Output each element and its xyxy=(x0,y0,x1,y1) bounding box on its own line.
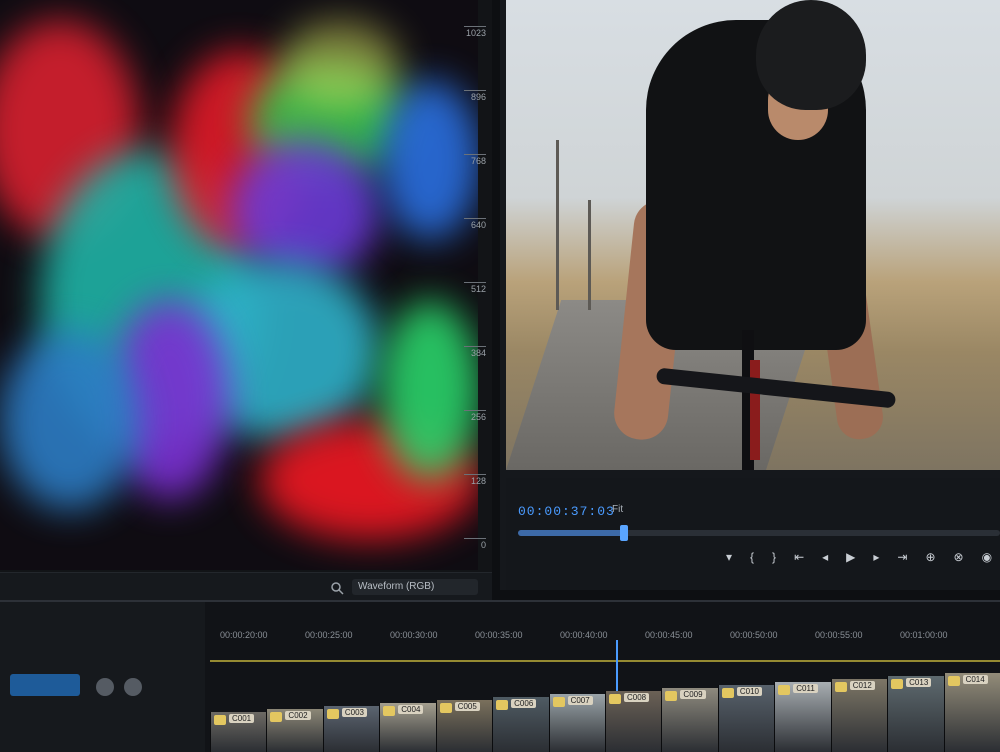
bike-frame xyxy=(750,360,760,460)
program-monitor: 00:00:37:03 Fit ▾ { } ⇤ ◂ ▶ ▸ ⇥ ⊕ ⊗ ◉ xyxy=(500,0,1000,590)
work-area-bar[interactable] xyxy=(210,660,1000,662)
clip-name: C001 xyxy=(229,714,255,723)
clip-name: C011 xyxy=(793,684,818,693)
step-back-icon[interactable]: ◂ xyxy=(822,550,828,570)
clip-fx-badge xyxy=(778,685,791,695)
track-headers xyxy=(0,602,205,752)
clip-name: C010 xyxy=(736,687,762,696)
clip-name: C014 xyxy=(962,675,988,684)
video-preview xyxy=(506,0,1000,470)
clip-fx-badge xyxy=(947,676,960,686)
clip-name: C006 xyxy=(511,699,537,708)
ruler-label: 00:00:45:00 xyxy=(645,630,693,640)
clip-fx-badge xyxy=(665,691,678,701)
monitor-scrubber[interactable] xyxy=(518,525,1000,541)
playhead-timecode[interactable]: 00:00:37:03 xyxy=(518,504,615,519)
clip-name: C009 xyxy=(680,690,706,699)
go-to-in-icon[interactable]: ⇤ xyxy=(794,550,804,570)
utility-pole xyxy=(556,140,559,310)
play-icon[interactable]: ▶ xyxy=(846,550,855,570)
timeline-clip[interactable]: C010 xyxy=(717,685,775,752)
monitor-controls: 00:00:37:03 Fit ▾ { } ⇤ ◂ ▶ ▸ ⇥ ⊕ ⊗ ◉ xyxy=(506,478,1000,590)
timeline-clip[interactable]: C006 xyxy=(492,697,549,752)
scope-mode-select[interactable]: Waveform (RGB) xyxy=(352,579,478,595)
clip-fx-badge xyxy=(891,679,904,689)
out-point-icon[interactable]: } xyxy=(772,550,776,570)
go-to-out-icon[interactable]: ⇥ xyxy=(897,550,907,570)
clip-name: C004 xyxy=(398,705,424,714)
track-target-chip[interactable] xyxy=(10,674,80,696)
eye-icon[interactable] xyxy=(124,678,142,696)
scale-tick: 384 xyxy=(464,346,486,358)
scale-tick: 768 xyxy=(464,154,486,166)
timeline-clip[interactable]: C001 xyxy=(210,712,267,752)
video-track: C001 C002 C003 C004 C005 C006 C007 C008 C009 C010… xyxy=(210,666,1000,752)
clip-fx-badge xyxy=(609,694,621,704)
scale-tick: 1023 xyxy=(464,26,486,38)
timeline-clip[interactable]: C009 xyxy=(661,688,718,752)
lock-icon[interactable] xyxy=(96,678,114,696)
timeline-panel: 00:00:20:00 00:00:25:00 00:00:30:00 00:0… xyxy=(0,600,1000,752)
timeline-clip[interactable]: C012 xyxy=(830,679,888,752)
scope-footer: Waveform (RGB) xyxy=(0,572,492,603)
cyclist-helmet xyxy=(756,0,866,110)
timeline-clip[interactable]: C002 xyxy=(266,709,323,752)
ruler-label: 00:00:50:00 xyxy=(730,630,778,640)
clip-name: C007 xyxy=(567,696,593,705)
lumetri-scopes-panel: 1023 896 768 640 512 384 256 128 0 Wavef… xyxy=(0,0,492,603)
clip-fx-badge xyxy=(383,706,396,716)
transport-controls: ▾ { } ⇤ ◂ ▶ ▸ ⇥ ⊕ ⊗ ◉ xyxy=(726,550,992,570)
clip-fx-badge xyxy=(270,712,283,722)
zoom-icon[interactable] xyxy=(330,581,344,595)
ruler-label: 00:00:20:00 xyxy=(220,630,268,640)
scale-tick: 640 xyxy=(464,218,486,230)
time-ruler[interactable]: 00:00:20:00 00:00:25:00 00:00:30:00 00:0… xyxy=(210,616,1000,656)
timeline-clip[interactable]: C005 xyxy=(435,700,493,752)
in-point-icon[interactable]: { xyxy=(750,550,754,570)
clip-fx-badge xyxy=(326,709,339,719)
scale-tick: 256 xyxy=(464,410,486,422)
clip-name: C002 xyxy=(285,711,311,720)
playhead-handle[interactable] xyxy=(620,525,629,541)
clip-name: C013 xyxy=(906,678,932,687)
zoom-fit-select[interactable]: Fit xyxy=(612,504,652,518)
step-forward-icon[interactable]: ▸ xyxy=(873,550,879,570)
overwrite-icon[interactable]: ⊗ xyxy=(954,550,964,570)
clip-name: C012 xyxy=(849,681,875,690)
timeline-clip[interactable]: C008 xyxy=(605,691,662,752)
timeline-clip[interactable]: C007 xyxy=(548,694,605,752)
ruler-label: 00:00:35:00 xyxy=(475,630,523,640)
waveform-scale: 1023 896 768 640 512 384 256 128 0 xyxy=(458,0,492,600)
utility-pole xyxy=(588,200,591,310)
insert-icon[interactable]: ⊕ xyxy=(925,550,935,570)
scrubber-progress xyxy=(518,530,625,536)
scale-tick: 896 xyxy=(464,90,486,102)
timeline-clip[interactable]: C014 xyxy=(943,673,1000,752)
marker-icon[interactable]: ▾ xyxy=(726,550,732,570)
timeline-clip[interactable]: C013 xyxy=(887,676,944,752)
scale-tick: 0 xyxy=(464,538,486,550)
clip-fx-badge xyxy=(721,688,734,698)
ruler-label: 00:00:40:00 xyxy=(560,630,608,640)
ruler-label: 00:00:25:00 xyxy=(305,630,353,640)
timeline-clip[interactable]: C004 xyxy=(379,703,436,752)
clip-fx-badge xyxy=(496,700,509,710)
clip-name: C003 xyxy=(341,708,367,717)
ruler-label: 00:00:30:00 xyxy=(390,630,438,640)
clip-fx-badge xyxy=(552,697,565,707)
clip-fx-badge xyxy=(439,703,452,713)
waveform-display xyxy=(0,0,478,570)
clip-name: C005 xyxy=(454,702,480,711)
scale-tick: 512 xyxy=(464,282,486,294)
export-frame-icon[interactable]: ◉ xyxy=(982,550,992,570)
clip-fx-badge xyxy=(834,682,847,692)
ruler-label: 00:01:00:00 xyxy=(900,630,948,640)
timeline-clip[interactable]: C003 xyxy=(322,706,380,752)
timeline-clip[interactable]: C011 xyxy=(774,682,831,752)
ruler-label: 00:00:55:00 xyxy=(815,630,863,640)
clip-fx-badge xyxy=(214,715,226,725)
clip-name: C008 xyxy=(624,693,650,702)
scale-tick: 128 xyxy=(464,474,486,486)
